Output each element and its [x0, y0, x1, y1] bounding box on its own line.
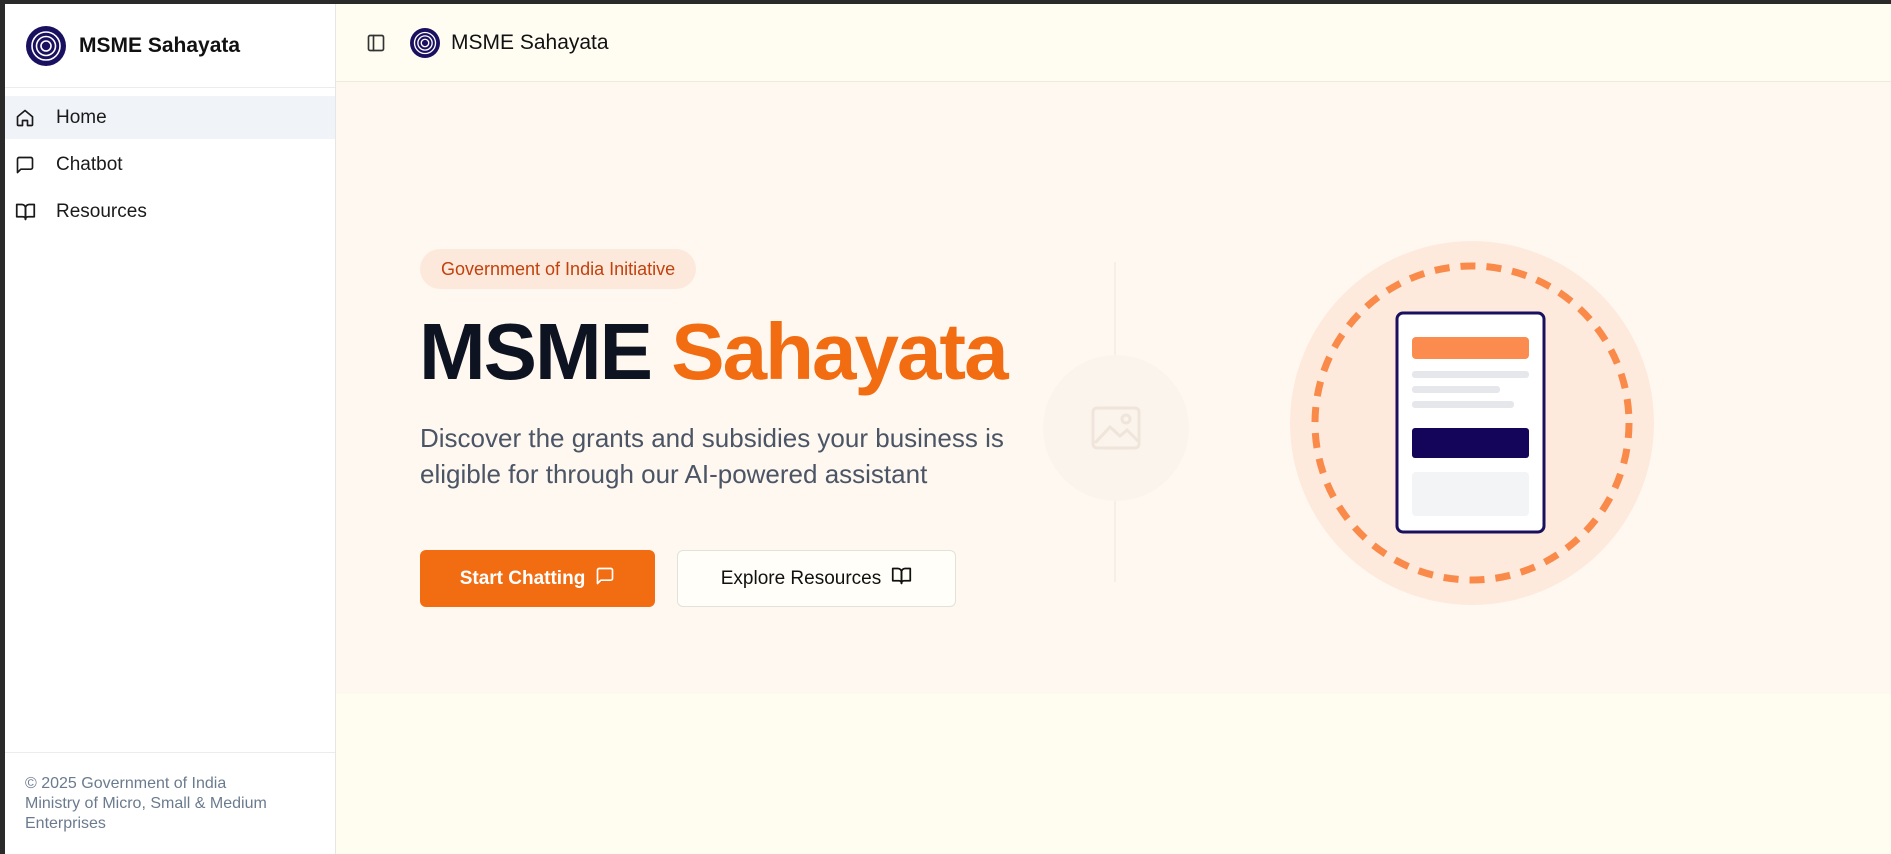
- copyright-text: © 2025 Government of India: [25, 775, 227, 792]
- sidebar-nav: Home Chatbot Resources: [5, 88, 335, 233]
- message-square-icon: [14, 154, 36, 176]
- sidebar-item-home[interactable]: Home: [5, 96, 335, 139]
- image-placeholder-icon: [1043, 355, 1189, 501]
- hero-section: Government of India Initiative MSME Saha…: [336, 82, 1891, 694]
- sidebar-item-label: Resources: [56, 200, 147, 222]
- bottom-area: [336, 694, 1891, 854]
- book-open-icon: [891, 565, 912, 592]
- start-chatting-label: Start Chatting: [459, 567, 586, 589]
- topbar: MSME Sahayata: [336, 4, 1891, 82]
- sidebar-brand-title: MSME Sahayata: [79, 33, 241, 57]
- sidebar-item-label: Home: [56, 106, 107, 128]
- sidebar-item-label: Chatbot: [56, 153, 123, 175]
- sidebar-toggle-icon[interactable]: [365, 32, 387, 54]
- hero-subtitle: Discover the grants and subsidies your b…: [420, 423, 1004, 489]
- logo-icon: [410, 27, 440, 58]
- hero-title: MSME Sahayata: [419, 304, 1009, 400]
- book-open-icon: [14, 201, 36, 223]
- hero-title-part2: Sahayata: [671, 307, 1008, 396]
- main-content: MSME Sahayata Government of India Initia…: [336, 4, 1891, 854]
- sidebar-item-resources[interactable]: Resources: [5, 190, 335, 233]
- explore-resources-button[interactable]: Explore Resources: [677, 550, 956, 607]
- sidebar: MSME Sahayata Home Chatbot Resources © 2…: [5, 4, 336, 854]
- sidebar-brand[interactable]: MSME Sahayata: [5, 4, 335, 88]
- logo-icon: [26, 25, 66, 66]
- home-icon: [14, 107, 36, 129]
- hero-title-part1: MSME: [419, 307, 653, 396]
- explore-resources-label: Explore Resources: [720, 567, 882, 589]
- topbar-title: MSME Sahayata: [451, 30, 609, 54]
- document-illustration: [1289, 240, 1655, 606]
- sidebar-item-chatbot[interactable]: Chatbot: [5, 143, 335, 186]
- start-chatting-button[interactable]: Start Chatting: [420, 550, 655, 607]
- message-square-icon: [595, 566, 615, 592]
- app-window: MSME Sahayata Home Chatbot Resources © 2…: [5, 4, 1891, 854]
- ministry-text: Ministry of Micro, Small & Medium Enterp…: [25, 795, 267, 832]
- initiative-badge: Government of India Initiative: [420, 249, 697, 289]
- sidebar-footer: © 2025 Government of India Ministry of M…: [5, 752, 335, 854]
